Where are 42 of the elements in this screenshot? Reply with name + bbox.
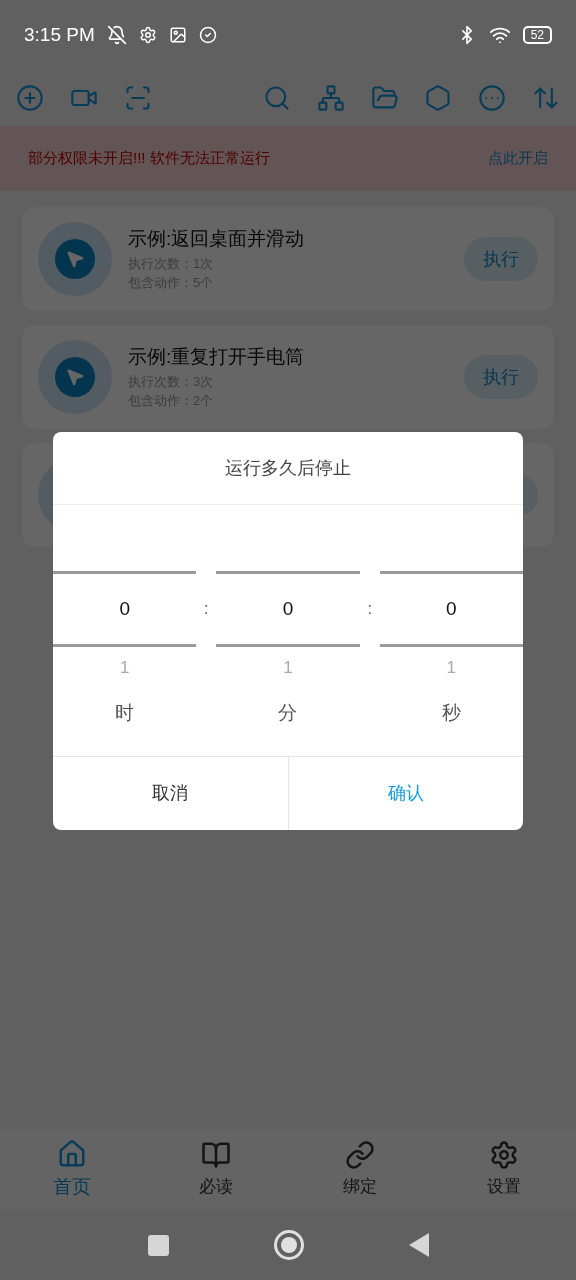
back-button[interactable] (408, 1233, 429, 1257)
hierarchy-icon[interactable] (316, 84, 345, 112)
nav-tab[interactable]: 首页 (0, 1130, 144, 1210)
link-icon (345, 1140, 375, 1171)
enable-link[interactable]: 点此开启 (488, 147, 548, 170)
recents-button[interactable] (147, 1234, 169, 1256)
nav-tab[interactable]: 必读 (144, 1130, 288, 1210)
picker-selection[interactable]: 0 (379, 571, 523, 647)
warning-message: 部分权限未开启!!! 软件无法正常运行 (28, 148, 270, 169)
cancel-button[interactable]: 取消 (53, 757, 288, 830)
time-separator: : (367, 599, 372, 619)
nav-tab[interactable]: 绑定 (288, 1130, 432, 1210)
hexagon-icon[interactable] (424, 84, 453, 112)
check-circle-icon (198, 26, 217, 44)
settings-icon (489, 1140, 519, 1171)
task-title: 示例:返回桌面并滑动 (128, 227, 306, 252)
nav-tab[interactable]: 设置 (432, 1130, 576, 1210)
unit-label: 分 (278, 700, 298, 725)
unit-label: 时 (115, 700, 135, 725)
time-separator: : (204, 599, 209, 619)
muted-bell-icon (106, 25, 127, 45)
picker-option[interactable]: 1 (119, 655, 130, 681)
picker-selection[interactable]: 0 (53, 571, 197, 647)
battery-indicator: 52 (522, 26, 552, 44)
run-button[interactable]: 执行 (464, 237, 538, 281)
picker-selection[interactable]: 0 (216, 571, 360, 647)
confirm-button[interactable]: 确认 (287, 757, 523, 830)
run-button[interactable]: 执行 (464, 355, 538, 399)
home-button[interactable] (273, 1230, 304, 1260)
scan-frame-icon[interactable] (123, 84, 152, 112)
image-icon (168, 26, 187, 44)
more-options-icon[interactable] (478, 84, 507, 112)
unit-label: 秒 (441, 700, 461, 725)
search-icon[interactable] (263, 84, 292, 112)
settings-icon (138, 26, 157, 44)
home-icon (57, 1138, 87, 1169)
dialog-title: 运行多久后停止 (225, 456, 351, 480)
picker-option[interactable]: 1 (283, 655, 293, 681)
status-time: 3:15 PM (24, 22, 95, 47)
task-title: 示例:重复打开手电筒 (128, 345, 306, 370)
add-circle-icon[interactable] (16, 84, 44, 112)
picker-option[interactable]: 1 (446, 655, 457, 681)
